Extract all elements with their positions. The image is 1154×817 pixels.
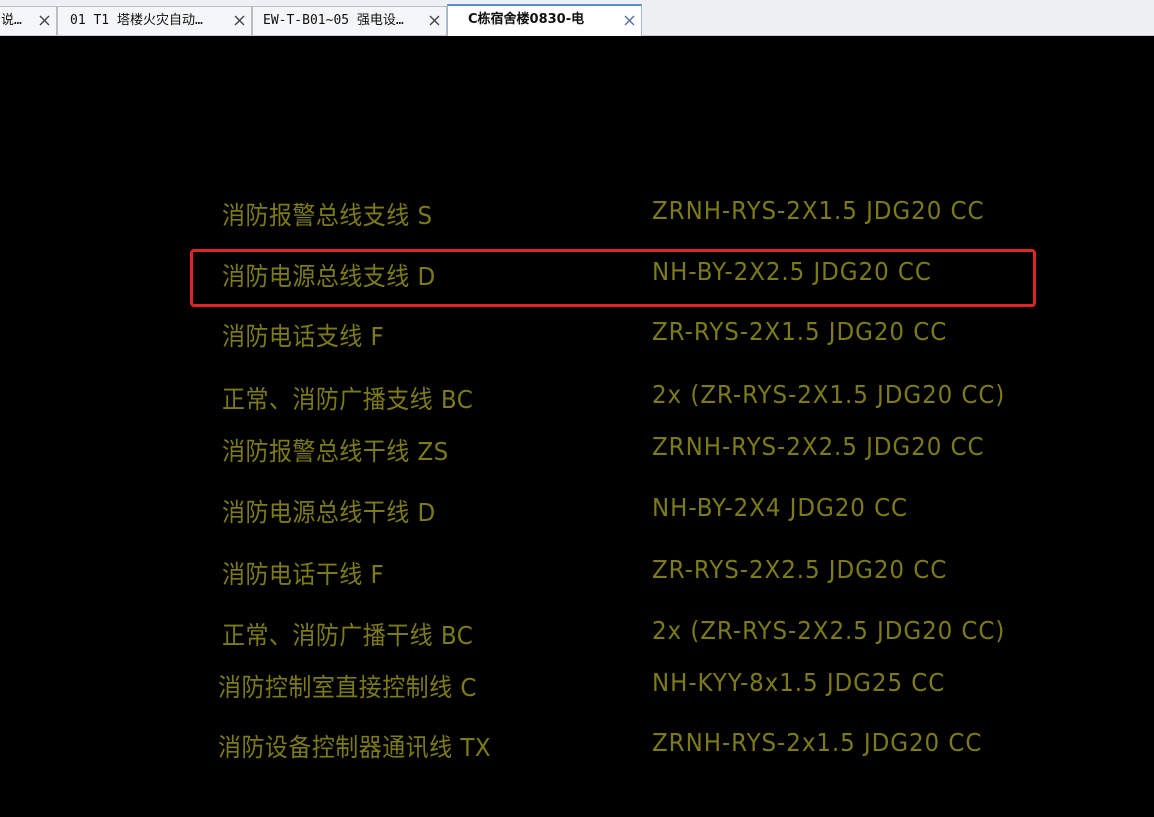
drawing-canvas[interactable]: 消防报警总线支线 S ZRNH-RYS-2X1.5 JDG20 CC 消防电源总… xyxy=(0,36,1154,817)
legend-row: 消防报警总线支线 S ZRNH-RYS-2X1.5 JDG20 CC xyxy=(0,196,1154,236)
cable-spec-text: 2x (ZR-RYS-2X1.5 JDG20 CC) xyxy=(652,380,1006,409)
tab-label: 01 T1 塔楼火灾自动… xyxy=(70,13,203,28)
legend-row: 消防电源总线干线 D NH-BY-2X4 JDG20 CC xyxy=(0,493,1154,533)
cable-purpose-label: 正常、消防广播支线 BC xyxy=(222,385,474,414)
cable-spec-text: 2x (ZR-RYS-2X2.5 JDG20 CC) xyxy=(652,616,1006,645)
cad-viewer-window: 说… 01 T1 塔楼火灾自动… EW-T-B01~05 强电设… C栋宿舍楼0… xyxy=(0,0,1154,817)
tab-document-3[interactable]: EW-T-B01~05 强电设… xyxy=(252,6,447,35)
legend-row: 消防设备控制器通讯线 TX ZRNH-RYS-2x1.5 JDG20 CC xyxy=(0,728,1154,768)
legend-row: 正常、消防广播干线 BC 2x (ZR-RYS-2X2.5 JDG20 CC) xyxy=(0,616,1154,656)
tab-label: EW-T-B01~05 强电设… xyxy=(263,13,404,28)
cable-purpose-label: 消防设备控制器通讯线 TX xyxy=(218,733,492,762)
cable-spec-text: NH-BY-2X4 JDG20 CC xyxy=(652,493,909,522)
close-icon[interactable] xyxy=(429,15,440,26)
legend-row: 消防电话支线 F ZR-RYS-2X1.5 JDG20 CC xyxy=(0,317,1154,357)
cable-purpose-label: 消防电话干线 F xyxy=(222,560,385,589)
cable-spec-text: ZR-RYS-2X1.5 JDG20 CC xyxy=(652,317,948,346)
tab-document-1[interactable]: 说… xyxy=(0,6,57,35)
cable-spec-text: ZRNH-RYS-2X1.5 JDG20 CC xyxy=(652,196,985,225)
cable-purpose-label: 消防报警总线支线 S xyxy=(222,201,433,230)
close-icon[interactable] xyxy=(234,15,245,26)
legend-row: 消防报警总线干线 ZS ZRNH-RYS-2X2.5 JDG20 CC xyxy=(0,432,1154,472)
cable-purpose-label: 消防报警总线干线 ZS xyxy=(222,437,449,466)
cable-spec-text: NH-KYY-8x1.5 JDG25 CC xyxy=(652,668,946,697)
legend-row: 消防控制室直接控制线 C NH-KYY-8x1.5 JDG25 CC xyxy=(0,668,1154,708)
cable-spec-text: ZRNH-RYS-2x1.5 JDG20 CC xyxy=(652,728,983,757)
tab-label: 说… xyxy=(1,13,22,28)
cable-spec-text: ZRNH-RYS-2X2.5 JDG20 CC xyxy=(652,432,985,461)
tab-document-active[interactable]: C栋宿舍楼0830-电 xyxy=(447,4,642,36)
legend-row: 正常、消防广播支线 BC 2x (ZR-RYS-2X1.5 JDG20 CC) xyxy=(0,380,1154,420)
red-highlight-box xyxy=(190,249,1036,307)
cable-spec-text: ZR-RYS-2X2.5 JDG20 CC xyxy=(652,555,948,584)
cable-purpose-label: 消防电话支线 F xyxy=(222,322,385,351)
cable-purpose-label: 消防控制室直接控制线 C xyxy=(218,673,477,702)
tab-document-2[interactable]: 01 T1 塔楼火灾自动… xyxy=(57,6,252,35)
tab-label: C栋宿舍楼0830-电 xyxy=(468,12,585,27)
cable-purpose-label: 正常、消防广播干线 BC xyxy=(222,621,474,650)
close-icon[interactable] xyxy=(39,15,50,26)
document-tab-bar: 说… 01 T1 塔楼火灾自动… EW-T-B01~05 强电设… C栋宿舍楼0… xyxy=(0,0,1154,36)
cable-purpose-label: 消防电源总线干线 D xyxy=(222,498,436,527)
legend-row: 消防电话干线 F ZR-RYS-2X2.5 JDG20 CC xyxy=(0,555,1154,595)
close-icon[interactable] xyxy=(624,15,635,26)
